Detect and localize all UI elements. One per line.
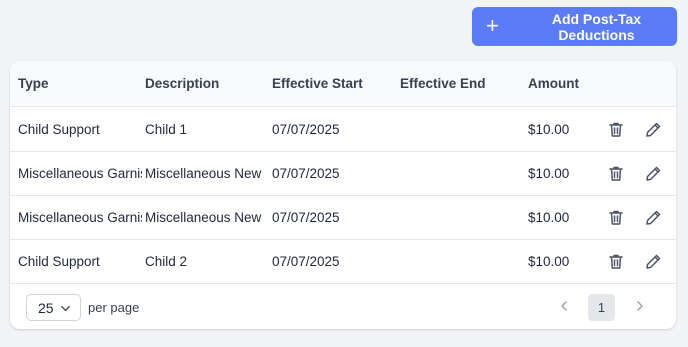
cell-description: Child 1 <box>145 122 188 137</box>
delete-button[interactable] <box>606 164 626 184</box>
chevron-down-icon <box>61 305 70 312</box>
cell-description: Miscellaneous New Garnishment <box>145 166 265 181</box>
pencil-icon <box>645 122 660 137</box>
pencil-icon <box>645 166 660 181</box>
cell-effective-start: 07/07/2025 <box>272 254 340 269</box>
cell-amount: $10.00 <box>528 254 570 269</box>
pencil-icon <box>645 210 660 225</box>
previous-page-button[interactable] <box>556 297 572 315</box>
trash-icon <box>609 254 623 269</box>
cell-amount: $10.00 <box>528 166 570 181</box>
add-post-tax-deductions-button[interactable]: + Add Post-Tax Deductions <box>472 7 677 46</box>
cell-amount: $10.00 <box>528 210 570 225</box>
trash-icon <box>609 122 623 137</box>
cell-type: Child Support <box>18 122 100 137</box>
table-header: Type Description Effective Start Effecti… <box>10 61 676 107</box>
cell-effective-start: 07/07/2025 <box>272 122 340 137</box>
per-page-value: 25 <box>38 299 54 316</box>
column-header-effective-end: Effective End <box>400 76 486 91</box>
edit-button[interactable] <box>643 252 663 272</box>
delete-button[interactable] <box>606 120 626 140</box>
cell-type: Child Support <box>18 254 100 269</box>
delete-button[interactable] <box>606 208 626 228</box>
plus-icon: + <box>486 12 499 38</box>
cell-description: Child 2 <box>145 254 188 269</box>
per-page-select[interactable]: 25 <box>26 294 81 321</box>
per-page-label: per page <box>88 300 140 315</box>
cell-description: Miscellaneous New Garnishment <box>145 210 265 225</box>
table-footer: 25 per page 1 <box>10 285 676 329</box>
cell-amount: $10.00 <box>528 122 570 137</box>
table-row: Miscellaneous GarnishmentMiscellaneous N… <box>10 152 676 196</box>
cell-type: Miscellaneous Garnishment <box>18 166 142 181</box>
next-page-button[interactable] <box>632 297 648 315</box>
pencil-icon <box>645 254 660 269</box>
table-row: Child Support Child 2 07/07/2025 $10.00 <box>10 240 676 284</box>
cell-effective-start: 07/07/2025 <box>272 210 340 225</box>
delete-button[interactable] <box>606 252 626 272</box>
edit-button[interactable] <box>643 208 663 228</box>
trash-icon <box>609 166 623 181</box>
table-row: Miscellaneous GarnishmentMiscellaneous N… <box>10 196 676 240</box>
column-header-amount: Amount <box>528 76 579 91</box>
add-button-label: Add Post-Tax Deductions <box>551 10 642 43</box>
trash-icon <box>609 210 623 225</box>
table-row: Child Support Child 1 07/07/2025 $10.00 <box>10 108 676 152</box>
column-header-description: Description <box>145 76 220 91</box>
edit-button[interactable] <box>643 120 663 140</box>
cell-effective-start: 07/07/2025 <box>272 166 340 181</box>
chevron-right-icon <box>637 301 643 311</box>
cell-type: Miscellaneous Garnishment <box>18 210 142 225</box>
page-number-button[interactable]: 1 <box>588 294 615 321</box>
edit-button[interactable] <box>643 164 663 184</box>
column-header-effective-start: Effective Start <box>272 76 363 91</box>
chevron-left-icon <box>561 301 567 311</box>
column-header-type: Type <box>18 76 49 91</box>
deductions-table: Type Description Effective Start Effecti… <box>10 61 676 329</box>
